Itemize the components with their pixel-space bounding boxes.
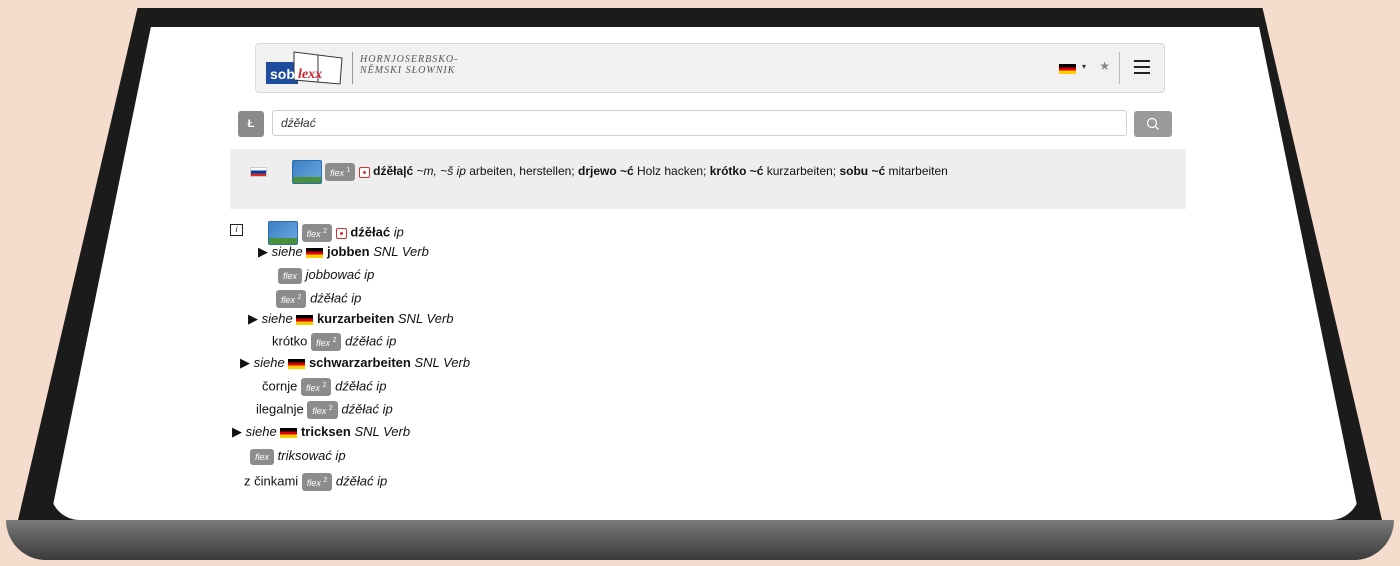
subtitle-line1: HORNJOSERBSKO-	[360, 54, 459, 65]
expand-arrow-icon[interactable]: ▶	[240, 355, 250, 370]
flex-badge[interactable]: flex 2	[301, 473, 333, 491]
sorbian-flag-icon	[250, 167, 267, 177]
tree-item-row: flex jobbować ip	[278, 267, 374, 284]
subtitle-line2: NĚMSKI SŁOWNIK	[360, 65, 456, 76]
flex-badge[interactable]: flex 2	[301, 378, 332, 396]
see-also-row: ▶ siehe tricksen SNL Verb	[232, 424, 410, 440]
tree-item-row: čornje flex 2 dźěłać ip	[262, 378, 386, 396]
hamburger-menu-icon[interactable]	[1134, 60, 1150, 74]
source-tag: SNL Verb	[373, 244, 429, 259]
tablet-frame	[6, 520, 1394, 560]
expand-arrow-icon[interactable]: ▶	[258, 244, 268, 259]
language-flag-icon[interactable]	[1059, 64, 1076, 74]
source-tag: SNL Verb	[414, 355, 471, 370]
flex-badge[interactable]: flex	[278, 267, 303, 284]
expand-arrow-icon[interactable]: ▶	[248, 311, 258, 326]
phrase-3: sobu ~ć	[839, 164, 886, 179]
result-grammar: ~m, ~š ip	[416, 164, 466, 179]
de-flag-icon	[288, 358, 306, 369]
translation-3: kurzarbeiten;	[763, 164, 840, 179]
phrase-1: drjewo ~ć	[577, 164, 634, 179]
result-entry: flex 1 dźěła|ć ~m, ~š ip arbeiten, herst…	[250, 160, 948, 184]
app-header: sob lexx HORNJOSERBSKO- NĚMSKI SŁOWNIK ▾…	[255, 43, 1165, 93]
header-separator	[1119, 52, 1120, 84]
translation-4: mitarbeiten	[885, 164, 948, 179]
prefix-word: čornje	[262, 378, 298, 394]
tree-item-row: z činkami flex 2 dźěłać ip	[244, 473, 387, 491]
tree-item-row: flex 2 dźěłać ip	[276, 290, 361, 308]
audio-dot-icon[interactable]	[335, 227, 347, 239]
flex-badge[interactable]: flex 2	[301, 224, 333, 242]
siehe-label: siehe	[253, 355, 285, 370]
caret-down-icon[interactable]: ▾	[1082, 62, 1086, 71]
see-also-row: ▶ siehe kurzarbeiten SNL Verb	[248, 311, 454, 327]
logo-lexx: lexx	[298, 67, 322, 82]
prefix-word: krótko	[272, 333, 308, 349]
illustration-thumbnail[interactable]	[291, 160, 322, 184]
search-icon	[1146, 117, 1159, 130]
phrase-2: krótko ~ć	[709, 164, 764, 179]
german-word-link[interactable]: tricksen	[301, 424, 351, 439]
tree-head-pos: ip	[393, 224, 404, 240]
result-headword: dźěła|ć	[373, 164, 414, 179]
tree-head-word: dźěłać	[350, 224, 391, 240]
info-icon[interactable]: i	[230, 224, 243, 236]
siehe-label: siehe	[245, 424, 277, 439]
audio-dot-icon[interactable]	[358, 166, 370, 178]
tablet-screen: sob lexx HORNJOSERBSKO- NĚMSKI SŁOWNIK ▾…	[50, 27, 1360, 520]
translation-2: Holz hacken;	[633, 164, 710, 179]
see-also-row: ▶ siehe schwarzarbeiten SNL Verb	[240, 355, 470, 371]
illustration-thumbnail[interactable]	[268, 221, 298, 245]
de-flag-icon	[280, 427, 298, 438]
source-tag: SNL Verb	[397, 311, 454, 326]
sorbian-word-link[interactable]: dźěłać ip	[335, 378, 386, 393]
tree-item-row: ilegalnje flex 2 dźěłać ip	[256, 401, 393, 419]
de-flag-icon	[296, 314, 314, 325]
star-icon[interactable]: ★	[1099, 59, 1110, 73]
german-word-link[interactable]: kurzarbeiten	[317, 311, 394, 326]
flex-badge[interactable]: flex 2	[311, 333, 342, 351]
prefix-word: z činkami	[244, 473, 299, 489]
de-flag-icon	[306, 247, 324, 258]
search-button[interactable]	[1134, 111, 1172, 137]
siehe-label: siehe	[261, 311, 293, 326]
siehe-label: siehe	[271, 244, 303, 259]
source-tag: SNL Verb	[354, 424, 411, 439]
flex-badge[interactable]: flex	[250, 448, 275, 465]
sorbian-word-link[interactable]: triksować ip	[278, 448, 346, 463]
tree-head: flex 2 dźěłać ip	[268, 221, 404, 245]
logo-separator	[352, 52, 353, 84]
expand-arrow-icon[interactable]: ▶	[232, 424, 242, 439]
sorbian-word-link[interactable]: dźěłać ip	[310, 290, 361, 305]
prefix-word: ilegalnje	[256, 401, 304, 417]
tree-item-row: krótko flex 2 dźěłać ip	[272, 333, 396, 351]
soblexx-logo[interactable]: sob lexx	[264, 48, 346, 88]
see-also-row: ▶ siehe jobben SNL Verb	[258, 244, 429, 260]
tree-item-row: flex triksować ip	[250, 448, 346, 465]
translation-1: arbeiten, herstellen;	[465, 164, 578, 179]
german-word-link[interactable]: schwarzarbeiten	[309, 355, 411, 370]
flex-badge[interactable]: flex 2	[276, 290, 307, 308]
special-chars-button[interactable]: Ł	[238, 111, 264, 137]
german-word-link[interactable]: jobben	[327, 244, 370, 259]
search-input[interactable]: dźěłać	[272, 110, 1127, 136]
flex-badge[interactable]: flex 2	[307, 401, 338, 419]
app-subtitle: HORNJOSERBSKO- NĚMSKI SŁOWNIK	[360, 54, 458, 76]
sorbian-word-link[interactable]: dźěłać ip	[336, 473, 387, 488]
sorbian-word-link[interactable]: jobbować ip	[306, 267, 375, 282]
sorbian-word-link[interactable]: dźěłać ip	[341, 401, 392, 416]
flex-badge[interactable]: flex 1	[325, 163, 356, 181]
logo-sob: sob	[270, 66, 295, 82]
sorbian-word-link[interactable]: dźěłać ip	[345, 333, 396, 348]
